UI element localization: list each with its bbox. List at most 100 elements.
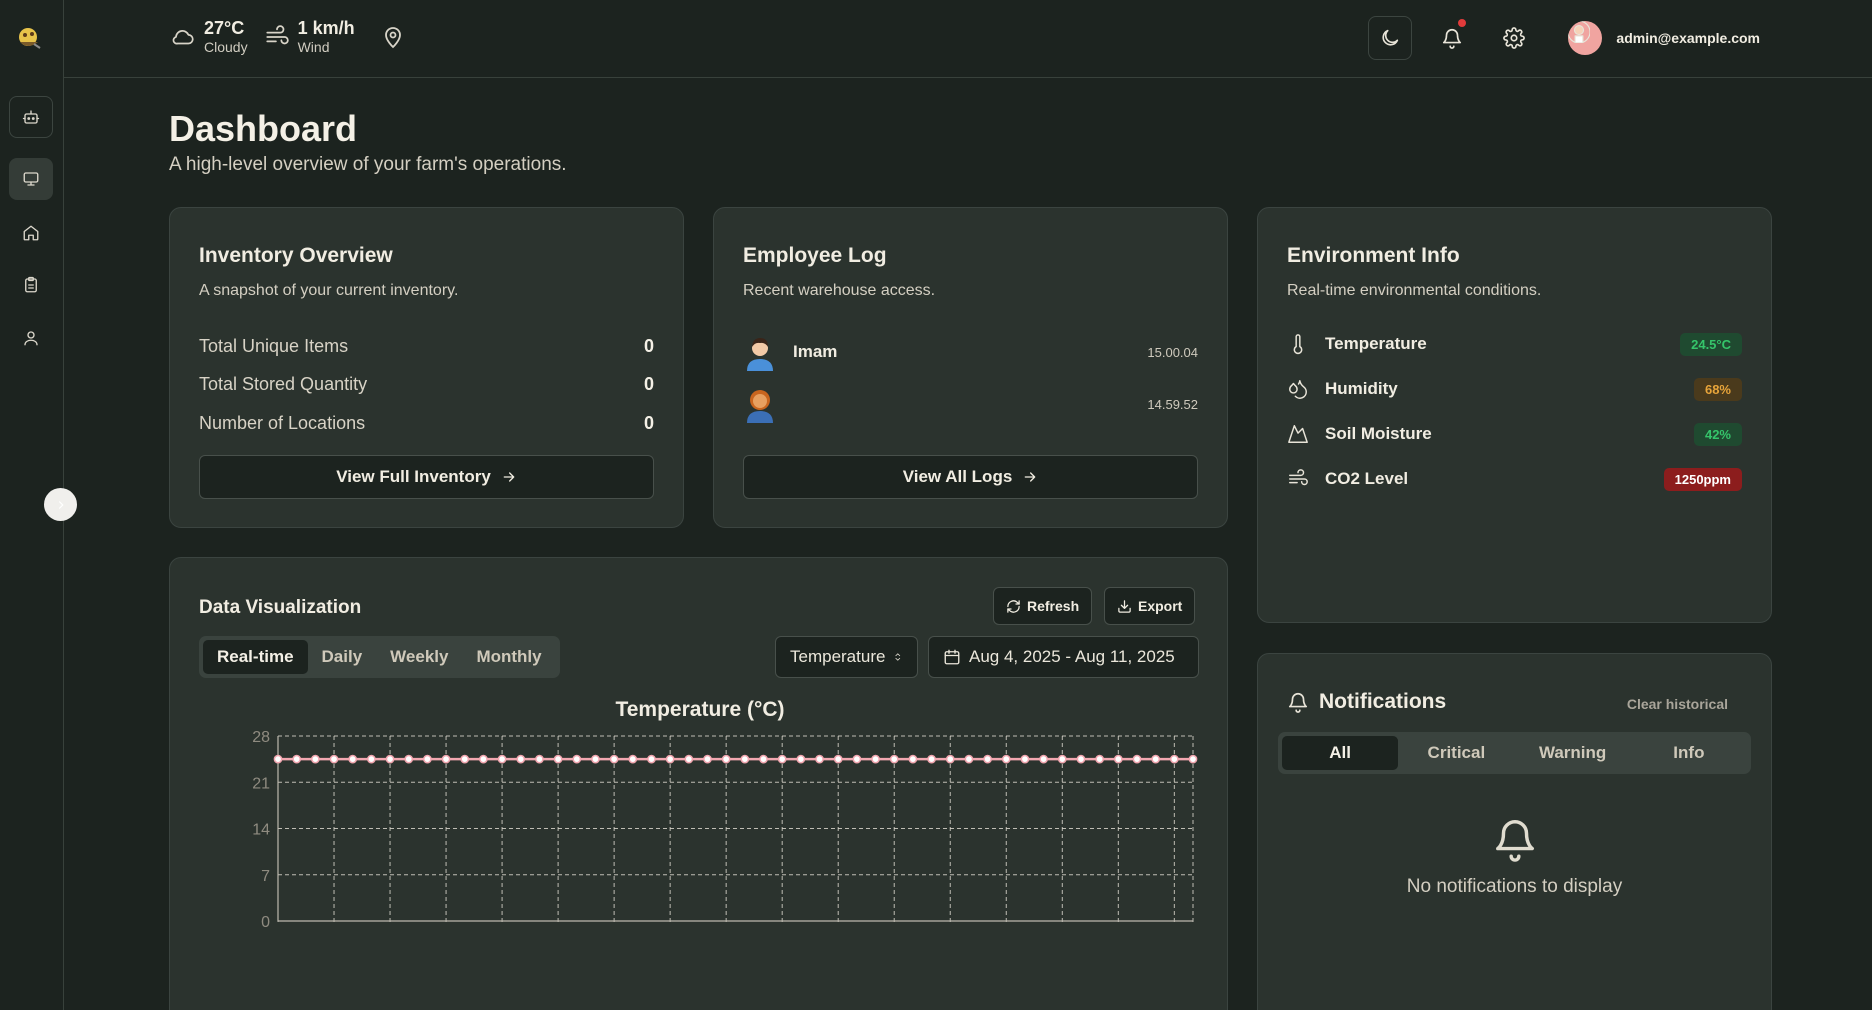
- tab-warning[interactable]: Warning: [1515, 736, 1631, 770]
- arrow-right-icon: [1024, 472, 1036, 482]
- map-pin-icon[interactable]: [381, 25, 405, 49]
- data-point: [348, 754, 358, 764]
- env-metric-label: Temperature: [1325, 334, 1427, 353]
- data-point: [591, 754, 600, 764]
- weather-condition: Cloudy: [204, 39, 248, 55]
- export-button[interactable]: Export: [1104, 587, 1196, 625]
- refresh-button[interactable]: Refresh: [993, 587, 1093, 625]
- inventory-card: Inventory Overview A snapshot of your cu…: [169, 207, 684, 528]
- theme-toggle-button[interactable]: [1368, 16, 1413, 60]
- tab-weekly[interactable]: Weekly: [376, 640, 462, 674]
- env-metric-humidity: Humidity 68%: [1287, 375, 1742, 403]
- inventory-row: Number of Locations 0: [199, 413, 654, 434]
- employee-log-subtitle: Recent warehouse access.: [743, 282, 936, 299]
- sidebar-item-bot[interactable]: [9, 96, 53, 138]
- refresh-icon: [1007, 599, 1020, 613]
- data-point: [740, 754, 750, 764]
- home-icon: [23, 225, 39, 241]
- notification-filter-tabs: All Critical Warning Info: [1278, 732, 1751, 774]
- tab-real-time[interactable]: Real-time: [203, 640, 308, 674]
- weather-wind: 1 km/h Wind: [264, 18, 355, 56]
- employee-log-card: Employee Log Recent warehouse access. Im…: [713, 207, 1228, 528]
- bell-icon: [1443, 29, 1462, 49]
- tab-all[interactable]: All: [1282, 736, 1399, 770]
- view-all-logs-button[interactable]: View All Logs: [743, 455, 1198, 499]
- inventory-row-label: Number of Locations: [199, 413, 366, 433]
- data-point: [441, 754, 451, 764]
- data-point: [777, 754, 787, 764]
- data-point: [385, 754, 395, 764]
- view-full-inventory-button[interactable]: View Full Inventory: [199, 455, 654, 499]
- data-point: [329, 754, 339, 764]
- status-badge: 24.5°C: [1680, 332, 1742, 356]
- tab-info[interactable]: Info: [1631, 736, 1747, 770]
- data-point: [684, 754, 694, 764]
- calendar-icon: [944, 649, 960, 665]
- inventory-row-label: Total Stored Quantity: [199, 374, 368, 394]
- view-all-logs-label: View All Logs: [902, 467, 1013, 486]
- env-metric-temperature: Temperature 24.5°C: [1287, 330, 1742, 358]
- y-tick-label: 0: [261, 914, 270, 931]
- view-full-inventory-label: View Full Inventory: [336, 467, 491, 486]
- page-subtitle: A high-level overview of your farm's ope…: [169, 154, 567, 175]
- notifications-button[interactable]: [1430, 16, 1474, 60]
- date-range-value: Aug 4, 2025 - Aug 11, 2025: [969, 647, 1175, 666]
- settings-button[interactable]: [1492, 16, 1536, 60]
- sidebar-item-dashboard[interactable]: [9, 158, 53, 200]
- y-tick-label: 28: [252, 729, 270, 746]
- list-item[interactable]: 14.59.52: [743, 382, 1198, 426]
- user-email: admin@example.com: [1616, 30, 1760, 46]
- clear-historical-button[interactable]: Clear historical: [1627, 696, 1728, 712]
- data-point: [833, 754, 843, 764]
- status-badge: 1250ppm: [1663, 467, 1742, 491]
- data-point: [1001, 754, 1011, 764]
- wind-speed-value: 1 km/h: [297, 18, 355, 38]
- sidebar: [0, 0, 77, 1010]
- data-point: [609, 754, 619, 764]
- employee-log-title: Employee Log: [743, 244, 887, 267]
- tab-monthly[interactable]: Monthly: [462, 640, 555, 674]
- gear-icon: [1503, 27, 1526, 49]
- env-metric-label: CO2 Level: [1325, 469, 1409, 488]
- data-point: [796, 754, 806, 764]
- sidebar-item-home[interactable]: [9, 212, 53, 254]
- data-point: [852, 754, 862, 764]
- app-logo[interactable]: [14, 22, 44, 52]
- avatar: [743, 333, 777, 371]
- data-point: [628, 754, 638, 764]
- metric-select[interactable]: Temperature: [775, 636, 918, 678]
- data-point: [983, 754, 992, 764]
- data-point: [1076, 754, 1086, 764]
- inventory-row: Total Stored Quantity 0: [199, 374, 654, 395]
- weather-widget: 27°C Cloudy 1 km/h Wind: [170, 18, 405, 56]
- weather-temperature: 27°C Cloudy: [170, 18, 248, 56]
- data-point: [479, 754, 488, 764]
- arrow-right-icon: [503, 472, 515, 482]
- user-menu[interactable]: admin@example.com: [1568, 21, 1760, 55]
- data-point: [927, 754, 936, 764]
- data-point: [945, 754, 955, 764]
- sidebar-item-inventory[interactable]: [9, 264, 53, 306]
- temperature-chart: Temperature (°C) 0 7 14 21 28: [252, 698, 1198, 931]
- tab-daily[interactable]: Daily: [308, 640, 377, 674]
- env-metric-co2: CO2 Level 1250ppm: [1287, 465, 1742, 493]
- data-point: [647, 754, 656, 764]
- sidebar-item-users[interactable]: [9, 317, 53, 359]
- env-metric-label: Humidity: [1325, 379, 1398, 398]
- moon-icon: [1382, 29, 1399, 46]
- sidebar-collapse-toggle[interactable]: [44, 488, 77, 521]
- data-point: [703, 754, 712, 764]
- inventory-row-label: Total Unique Items: [199, 336, 349, 356]
- access-time: 14.59.52: [1147, 396, 1198, 412]
- data-point: [292, 754, 302, 764]
- data-point: [1151, 754, 1161, 764]
- inventory-row-value: 0: [643, 336, 654, 356]
- refresh-label: Refresh: [1027, 598, 1080, 614]
- data-visualization-card: Data Visualization Refresh Export Real-t…: [169, 557, 1228, 1010]
- tab-critical[interactable]: Critical: [1398, 736, 1514, 770]
- date-range-picker[interactable]: Aug 4, 2025 - Aug 11, 2025: [928, 636, 1199, 678]
- list-item[interactable]: Imam 15.00.04: [743, 330, 1198, 374]
- wind-icon: [1289, 469, 1308, 486]
- environment-card: Environment Info Real-time environmental…: [1257, 207, 1772, 623]
- status-badge: 68%: [1693, 377, 1742, 401]
